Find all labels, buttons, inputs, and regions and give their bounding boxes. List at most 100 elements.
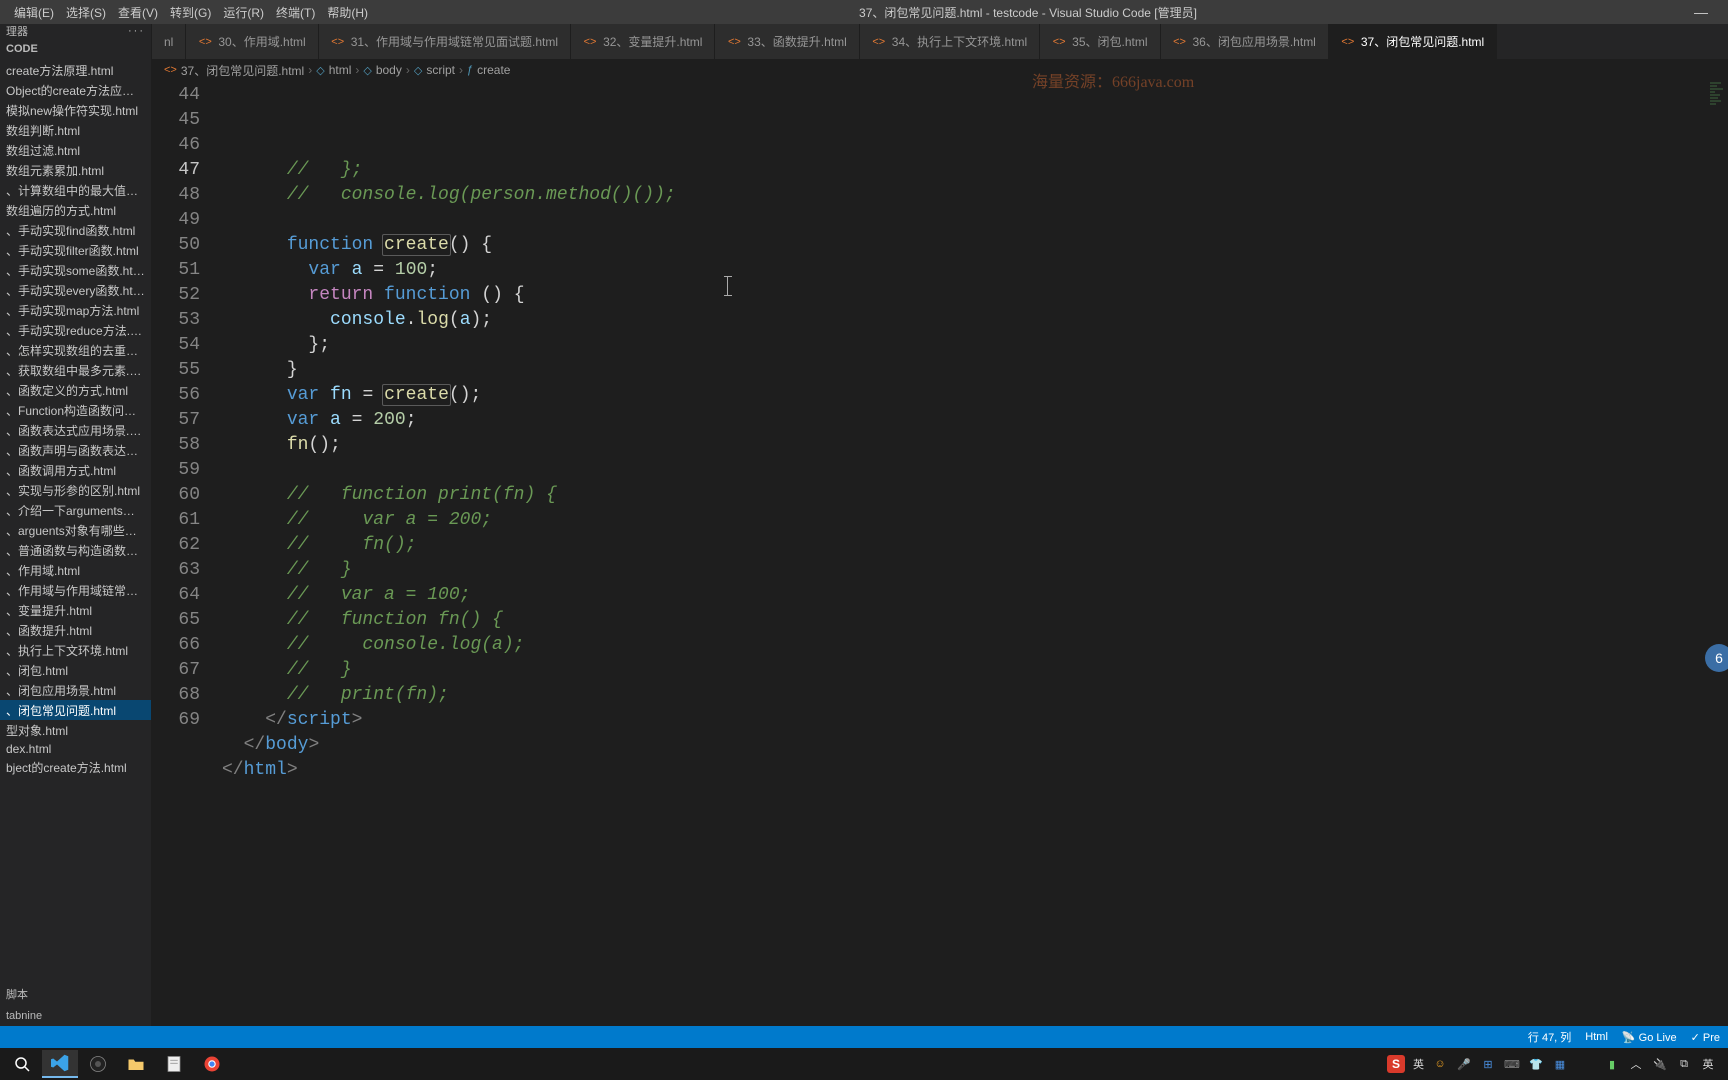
tray-keyboard-icon[interactable]: ⌨	[1504, 1056, 1520, 1072]
taskbar-notepad[interactable]	[156, 1050, 192, 1078]
file-item[interactable]: 数组过滤.html	[0, 140, 151, 160]
editor-tab[interactable]: <>33、函数提升.html	[715, 24, 859, 59]
file-item[interactable]: 、函数声明与函数表达式区别.h...	[0, 440, 151, 460]
code-line[interactable]: </script>	[222, 708, 1728, 733]
taskbar-explorer[interactable]	[118, 1050, 154, 1078]
file-item[interactable]: 、计算数组中的最大值与最小...	[0, 180, 151, 200]
status-golive[interactable]: 📡 Go Live	[1622, 1031, 1677, 1044]
taskbar-vscode[interactable]	[42, 1050, 78, 1078]
menu-run[interactable]: 运行(R)	[217, 4, 270, 21]
tray-net-icon[interactable]: ⧉	[1676, 1056, 1692, 1072]
extension-badge[interactable]: 6	[1705, 644, 1728, 672]
editor-tab[interactable]: <>31、作用域与作用域链常见面试题.html	[319, 24, 571, 59]
code-line[interactable]: // print(fn);	[222, 683, 1728, 708]
minimap[interactable]	[1710, 81, 1728, 1026]
file-item[interactable]: 、普通函数与构造函数区别.html	[0, 540, 151, 560]
code-line[interactable]	[222, 458, 1728, 483]
ime-lang[interactable]: 英	[1413, 1056, 1424, 1072]
status-cursor-pos[interactable]: 行 47, 列	[1528, 1029, 1571, 1045]
code-line[interactable]: var fn = create();	[222, 383, 1728, 408]
code-line[interactable]: fn();	[222, 433, 1728, 458]
taskbar-obs[interactable]	[80, 1050, 116, 1078]
code-line[interactable]: // console.log(a);	[222, 633, 1728, 658]
code-line[interactable]: return function () {	[222, 283, 1728, 308]
file-item[interactable]: 、介绍一下arguments对象.html	[0, 500, 151, 520]
file-item[interactable]: 、函数提升.html	[0, 620, 151, 640]
file-item[interactable]: 、闭包.html	[0, 660, 151, 680]
file-item[interactable]: 、函数调用方式.html	[0, 460, 151, 480]
code-line[interactable]: var a = 200;	[222, 408, 1728, 433]
code-line[interactable]: // }	[222, 658, 1728, 683]
code-line[interactable]: // }	[222, 558, 1728, 583]
file-item[interactable]: 模拟new操作符实现.html	[0, 100, 151, 120]
code-line[interactable]: </body>	[222, 733, 1728, 758]
status-prettier[interactable]: ✓ Pre	[1691, 1031, 1720, 1044]
file-item[interactable]: 、手动实现find函数.html	[0, 220, 151, 240]
editor-tab[interactable]: <>30、作用域.html	[186, 24, 318, 59]
breadcrumb-item[interactable]: 37、闭包常见问题.html	[181, 62, 304, 79]
tray-battery-icon[interactable]: ▮	[1604, 1056, 1620, 1072]
code-line[interactable]: // function fn() {	[222, 608, 1728, 633]
file-item[interactable]: 、手动实现reduce方法.html	[0, 320, 151, 340]
editor-tab[interactable]: nl	[152, 24, 186, 59]
file-item[interactable]: Object的create方法应用场景....	[0, 80, 151, 100]
code-line[interactable]: };	[222, 333, 1728, 358]
tray-chevron-up-icon[interactable]: ︿	[1628, 1056, 1644, 1072]
menu-view[interactable]: 查看(V)	[112, 4, 164, 21]
tray-power-icon[interactable]: 🔌	[1652, 1056, 1668, 1072]
menu-edit[interactable]: 编辑(E)	[8, 4, 60, 21]
file-item[interactable]: 、获取数组中最多元素.html	[0, 360, 151, 380]
file-item[interactable]: 、作用域.html	[0, 560, 151, 580]
file-item[interactable]: 、手动实现some函数.html	[0, 260, 151, 280]
tray-mic-icon[interactable]: 🎤	[1456, 1056, 1472, 1072]
code-line[interactable]: var a = 100;	[222, 258, 1728, 283]
editor-tab[interactable]: <>37、闭包常见问题.html	[1329, 24, 1497, 59]
menu-select[interactable]: 选择(S)	[60, 4, 112, 21]
file-item[interactable]: 、Function构造函数问题.html	[0, 400, 151, 420]
file-item[interactable]: 数组元素累加.html	[0, 160, 151, 180]
file-item[interactable]: dex.html	[0, 740, 151, 757]
file-item[interactable]: 、手动实现filter函数.html	[0, 240, 151, 260]
file-item[interactable]: 、手动实现every函数.html	[0, 280, 151, 300]
menu-help[interactable]: 帮助(H)	[321, 4, 374, 21]
tray-grid-icon[interactable]: ▦	[1552, 1056, 1568, 1072]
code-line[interactable]: // console.log(person.method()());	[222, 183, 1728, 208]
window-minimize[interactable]: —	[1682, 4, 1720, 20]
code-line[interactable]: // var a = 100;	[222, 583, 1728, 608]
file-item[interactable]: 型对象.html	[0, 720, 151, 740]
tray-world-icon[interactable]: ⊞	[1480, 1056, 1496, 1072]
code-line[interactable]: // function print(fn) {	[222, 483, 1728, 508]
outline-section[interactable]: 脚本	[0, 982, 152, 1006]
tabnine-section[interactable]: tabnine	[0, 1006, 152, 1026]
breadcrumb-item[interactable]: create	[477, 63, 510, 77]
file-item[interactable]: 、函数表达式应用场景.html	[0, 420, 151, 440]
code-line[interactable]	[222, 208, 1728, 233]
file-item[interactable]: bject的create方法.html	[0, 757, 151, 777]
file-item[interactable]: 、变量提升.html	[0, 600, 151, 620]
taskbar-chrome[interactable]	[194, 1050, 230, 1078]
file-item[interactable]: 、执行上下文环境.html	[0, 640, 151, 660]
tray-smiley-icon[interactable]: ☺	[1432, 1056, 1448, 1072]
file-item[interactable]: 、闭包常见问题.html	[0, 700, 151, 720]
breadcrumbs[interactable]: <> 37、闭包常见问题.html › ◇ html › ◇ body › ◇ …	[152, 59, 1728, 81]
file-item[interactable]: create方法原理.html	[0, 60, 151, 80]
file-item[interactable]: 、实现与形参的区别.html	[0, 480, 151, 500]
file-item[interactable]: 、函数定义的方式.html	[0, 380, 151, 400]
editor-tab[interactable]: <>35、闭包.html	[1040, 24, 1160, 59]
file-item[interactable]: 、作用域与作用域链常见面试...	[0, 580, 151, 600]
code-line[interactable]: function create() {	[222, 233, 1728, 258]
ime-icon[interactable]: S	[1387, 1055, 1405, 1073]
file-item[interactable]: 数组遍历的方式.html	[0, 200, 151, 220]
file-item[interactable]: 数组判断.html	[0, 120, 151, 140]
code-line[interactable]: </html>	[222, 758, 1728, 783]
editor-tab[interactable]: <>34、执行上下文环境.html	[860, 24, 1040, 59]
menu-goto[interactable]: 转到(G)	[164, 4, 217, 21]
editor-body[interactable]: 4445464748495051525354555657585960616263…	[152, 81, 1728, 1026]
code-line[interactable]: console.log(a);	[222, 308, 1728, 333]
explorer-folder[interactable]: CODE	[0, 38, 151, 60]
explorer-more-icon[interactable]: ···	[128, 25, 145, 37]
breadcrumb-item[interactable]: script	[426, 63, 455, 77]
code-line[interactable]: // fn();	[222, 533, 1728, 558]
code-line[interactable]: }	[222, 358, 1728, 383]
file-item[interactable]: 、arguents对象有哪些应用场景....	[0, 520, 151, 540]
